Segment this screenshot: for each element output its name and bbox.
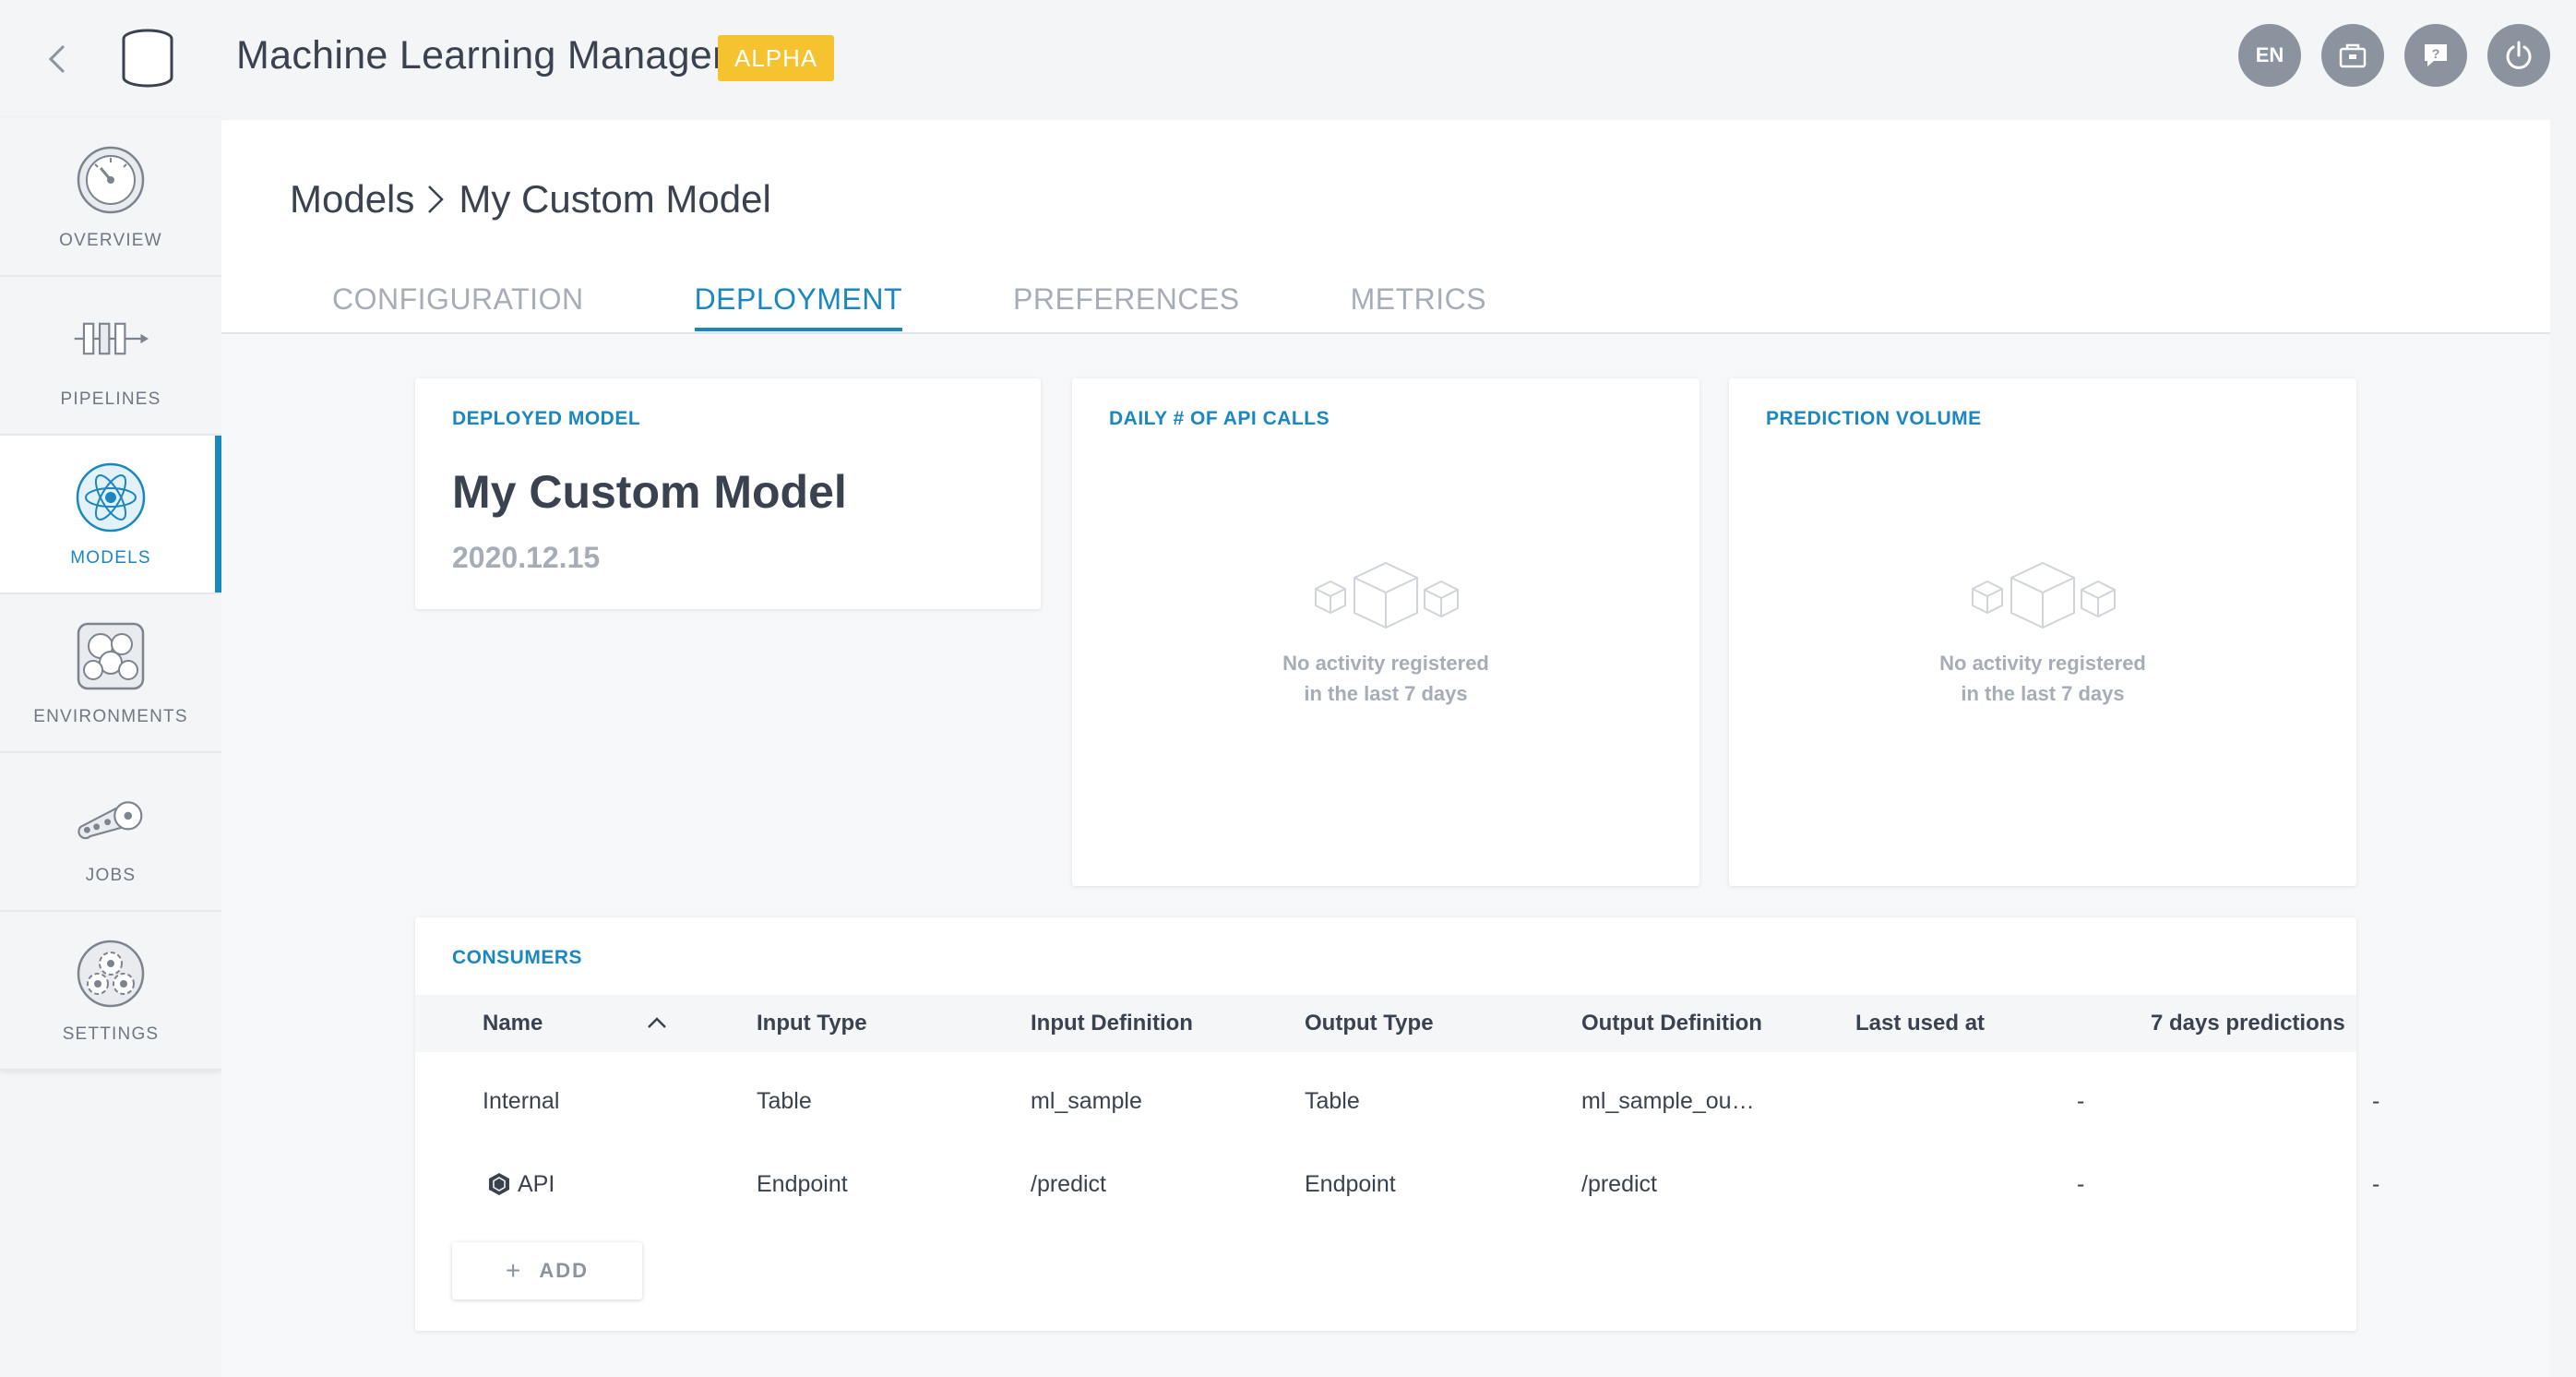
column-header-output-definition: Output Definition <box>1581 1011 1762 1036</box>
sidebar-item-overview[interactable]: OVERVIEW <box>0 118 221 277</box>
card-title: PREDICTION VOLUME <box>1766 408 1982 429</box>
card-title: DEPLOYED MODEL <box>452 408 641 429</box>
cell-name: API <box>488 1143 555 1226</box>
cell-predictions: - <box>2372 1087 2380 1114</box>
column-header-last-used: Last used at <box>1855 1011 1986 1036</box>
add-button-label: ADD <box>539 1259 590 1282</box>
power-icon <box>2506 41 2532 69</box>
cell-output-type: Endpoint <box>1305 1170 1396 1197</box>
main-panel: Models My Custom Model CONFIGURATION DEP… <box>221 120 2550 1377</box>
power-button[interactable] <box>2487 24 2550 87</box>
top-actions: EN ? <box>2238 24 2550 87</box>
cell-input-type: Endpoint <box>757 1170 848 1197</box>
column-header-output-type: Output Type <box>1305 1011 1434 1036</box>
back-button[interactable] <box>35 37 79 81</box>
sidebar-item-settings[interactable]: SETTINGS <box>0 912 221 1071</box>
cell-output-definition: ml_sample_ou… <box>1581 1087 1755 1114</box>
breadcrumb: Models My Custom Model <box>290 177 771 222</box>
cell-output-definition: /predict <box>1581 1170 1657 1197</box>
sidebar-item-label: OVERVIEW <box>59 231 162 250</box>
cell-last-used: - <box>2077 1087 2085 1114</box>
model-version: 2020.12.15 <box>452 541 601 574</box>
tab-configuration[interactable]: CONFIGURATION <box>332 282 584 326</box>
database-icon <box>122 29 173 88</box>
pipeline-icon <box>74 322 149 355</box>
empty-state: No activity registered in the last 7 day… <box>1729 557 2356 709</box>
breadcrumb-root-link[interactable]: Models <box>290 177 414 222</box>
language-button[interactable]: EN <box>2238 24 2301 87</box>
tab-preferences[interactable]: PREFERENCES <box>1013 282 1240 326</box>
table-row[interactable]: API Endpoint /predict Endpoint /predict … <box>415 1143 2379 1226</box>
sidebar-item-label: SETTINGS <box>62 1024 160 1044</box>
cell-predictions: - <box>2372 1170 2380 1197</box>
tab-deployment[interactable]: DEPLOYMENT <box>694 282 903 331</box>
model-name: My Custom Model <box>452 466 847 518</box>
help-button[interactable]: ? <box>2404 24 2467 87</box>
app-title: Machine Learning Manager <box>236 33 726 78</box>
table-row[interactable]: Internal Table ml_sample Table ml_sample… <box>415 1060 2379 1143</box>
card-title: DAILY # OF API CALLS <box>1109 408 1330 429</box>
empty-message-line1: No activity registered <box>1939 652 2146 675</box>
empty-state: No activity registered in the last 7 day… <box>1072 557 1699 709</box>
sidebar-item-label: JOBS <box>85 866 137 885</box>
cell-input-type: Table <box>757 1087 812 1114</box>
consumers-card: CONSUMERS Name Input Type Input Definiti… <box>415 917 2379 1331</box>
cell-input-definition: ml_sample <box>1031 1087 1142 1114</box>
cubes-icon <box>1315 561 1459 629</box>
cell-input-definition: /predict <box>1031 1170 1106 1197</box>
gauge-icon <box>77 146 145 214</box>
app-store-button[interactable] <box>2321 24 2384 87</box>
top-bar: Machine Learning Manager ALPHA EN ? <box>0 0 2576 118</box>
tab-bar: CONFIGURATION DEPLOYMENT PREFERENCES MET… <box>332 282 1597 331</box>
language-label: EN <box>2255 43 2284 66</box>
alpha-badge: ALPHA <box>718 35 835 81</box>
prediction-volume-card: PREDICTION VOLUME No activity registered… <box>1729 378 2356 886</box>
card-title: CONSUMERS <box>452 947 583 968</box>
app-store-icon <box>2339 43 2367 68</box>
empty-message-line2: in the last 7 days <box>1304 682 1468 705</box>
empty-message-line1: No activity registered <box>1282 652 1489 675</box>
chevron-right-icon <box>425 181 446 218</box>
svg-text:?: ? <box>2432 46 2440 61</box>
sidebar-item-environments[interactable]: ENVIRONMENTS <box>0 594 221 753</box>
sidebar-item-models[interactable]: MODELS <box>0 436 221 594</box>
consumers-table: Name Input Type Input Definition Output … <box>415 995 2379 1226</box>
gears-icon <box>77 940 145 1008</box>
sidebar-item-label: PIPELINES <box>60 389 161 409</box>
conveyor-icon <box>78 801 143 840</box>
sidebar-item-label: ENVIRONMENTS <box>33 707 188 726</box>
empty-message-line2: in the last 7 days <box>1961 682 2125 705</box>
environment-icon <box>77 622 145 690</box>
api-calls-card: DAILY # OF API CALLS No activity registe… <box>1072 378 1699 886</box>
sidebar-item-pipelines[interactable]: PIPELINES <box>0 277 221 436</box>
sort-ascending-icon[interactable] <box>646 1013 668 1032</box>
plus-icon: + <box>505 1256 523 1285</box>
add-consumer-button[interactable]: + ADD <box>452 1242 642 1299</box>
column-header-predictions: 7 days predictions <box>2151 1011 2345 1036</box>
column-header-input-definition: Input Definition <box>1031 1011 1193 1036</box>
sidebar-item-label: MODELS <box>70 548 151 568</box>
sidebar-item-jobs[interactable]: JOBS <box>0 753 221 912</box>
column-header-input-type: Input Type <box>757 1011 867 1036</box>
deployed-model-card: DEPLOYED MODEL My Custom Model 2020.12.1… <box>415 378 1041 609</box>
tab-metrics[interactable]: METRICS <box>1351 282 1487 326</box>
table-header: Name Input Type Input Definition Output … <box>415 995 2356 1052</box>
atom-icon <box>76 462 146 533</box>
cell-name-text: API <box>518 1170 555 1197</box>
column-header-name[interactable]: Name <box>483 995 543 1052</box>
breadcrumb-current: My Custom Model <box>459 177 771 221</box>
cubes-icon <box>1972 561 2116 629</box>
cell-output-type: Table <box>1305 1087 1360 1114</box>
help-icon: ? <box>2425 44 2447 66</box>
sidebar: OVERVIEW PIPELINES MODELS ENVIRONMENTS J… <box>0 118 221 1071</box>
hexagon-icon <box>489 1173 509 1195</box>
cell-name: Internal <box>483 1087 560 1114</box>
page-header: Models My Custom Model CONFIGURATION DEP… <box>221 120 2550 334</box>
chevron-left-icon <box>48 44 66 74</box>
cell-last-used: - <box>2077 1170 2085 1197</box>
